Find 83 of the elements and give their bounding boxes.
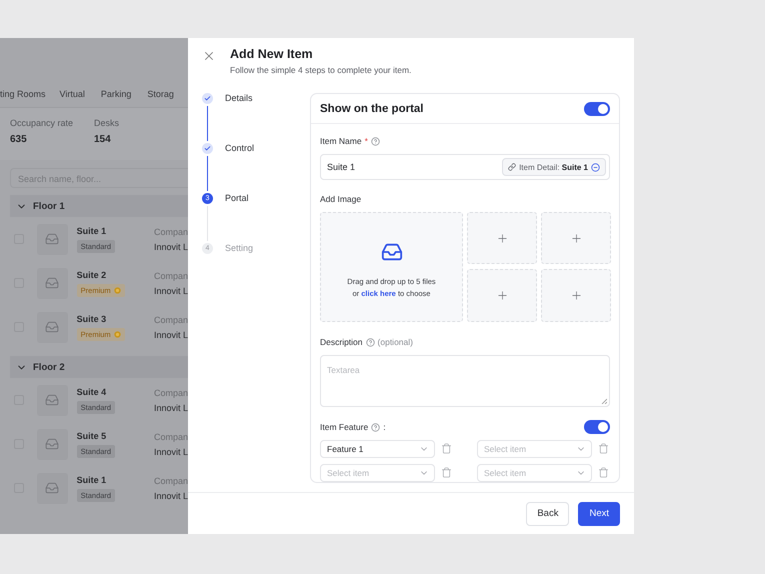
plus-icon xyxy=(570,232,582,244)
category-tab[interactable]: Storag xyxy=(147,88,174,98)
trash-icon xyxy=(441,443,452,454)
coin-icon xyxy=(114,286,121,294)
stat-label: Desks xyxy=(94,118,120,128)
trash-icon xyxy=(598,443,609,454)
stat-value: 154 xyxy=(94,134,112,145)
help-icon[interactable] xyxy=(366,338,375,346)
card-title: Show on the portal xyxy=(320,102,424,114)
next-button[interactable]: Next xyxy=(578,502,620,526)
help-icon[interactable] xyxy=(370,136,380,146)
add-image-tile[interactable] xyxy=(467,269,537,322)
column-value: Innovit L xyxy=(154,402,188,412)
step-label: Setting xyxy=(225,243,254,255)
optional-note: (optional) xyxy=(378,337,413,347)
column-label: Compan xyxy=(154,314,188,324)
suite-name: Suite 2 xyxy=(76,270,106,280)
remove-icon[interactable] xyxy=(591,162,600,172)
label-colon: : xyxy=(383,422,386,432)
link-icon xyxy=(508,163,516,171)
modal-title: Add New Item xyxy=(230,47,314,61)
tray-icon xyxy=(45,481,60,495)
item-name-field[interactable]: Suite 1 Item Detail: Suite 1 xyxy=(320,154,610,180)
tray-icon xyxy=(45,437,60,451)
trash-icon xyxy=(598,467,609,478)
field-label: Item Name xyxy=(320,136,362,146)
category-tab[interactable]: ting Rooms xyxy=(0,88,46,98)
close-button[interactable] xyxy=(202,49,216,63)
floor-header[interactable]: Floor 2 xyxy=(10,356,188,378)
suite-name: Suite 1 xyxy=(76,474,106,484)
feature-select[interactable]: Feature 1 xyxy=(320,440,435,458)
column-value: Innovit L xyxy=(154,242,188,252)
column-value: Innovit L xyxy=(154,490,188,500)
required-mark: * xyxy=(364,136,368,146)
delete-button[interactable] xyxy=(441,443,453,455)
plus-icon xyxy=(496,289,508,302)
column-value: Innovit L xyxy=(154,330,188,340)
floor-header[interactable]: Floor 1 xyxy=(10,195,188,217)
delete-button[interactable] xyxy=(441,467,453,479)
column-label: Compan xyxy=(154,476,188,486)
tray-icon xyxy=(45,320,60,334)
category-tab[interactable]: Virtual xyxy=(60,88,85,98)
field-label: Description xyxy=(320,337,363,347)
suite-name: Suite 4 xyxy=(76,386,106,396)
resize-grip-icon[interactable] xyxy=(601,398,607,404)
plus-icon xyxy=(496,232,508,244)
item-detail-chip[interactable]: Item Detail: Suite 1 xyxy=(502,158,606,176)
column-label: Compan xyxy=(154,432,188,442)
tray-icon xyxy=(45,393,60,407)
floor-title: Floor 2 xyxy=(33,362,65,372)
add-image-tile[interactable] xyxy=(541,269,611,322)
suite-name: Suite 3 xyxy=(76,314,106,324)
coin-icon xyxy=(114,330,121,338)
column-value: Innovit L xyxy=(154,286,188,296)
column-value: Innovit L xyxy=(154,446,188,456)
tray-icon xyxy=(45,232,60,246)
delete-button[interactable] xyxy=(598,443,610,455)
field-label: Add Image xyxy=(320,194,362,204)
suite-name: Suite 1 xyxy=(76,226,106,236)
plus-icon xyxy=(570,289,582,302)
suite-name: Suite 5 xyxy=(76,430,106,440)
portal-toggle[interactable] xyxy=(584,102,610,116)
add-image-tile[interactable] xyxy=(541,212,611,264)
field-label: Item Feature xyxy=(320,422,368,432)
category-tab[interactable]: Parking xyxy=(100,88,132,98)
tray-icon xyxy=(45,276,60,290)
column-label: Compan xyxy=(154,270,188,280)
delete-button[interactable] xyxy=(598,467,610,479)
column-label: Compan xyxy=(154,226,188,236)
help-icon[interactable] xyxy=(371,422,380,432)
close-icon xyxy=(202,49,216,63)
feature-toggle[interactable] xyxy=(584,420,610,434)
modal-subtitle: Follow the simple 4 steps to complete your item. xyxy=(230,65,412,75)
step-label: Portal xyxy=(225,193,249,205)
add-image-tile[interactable] xyxy=(467,212,537,264)
floor-title: Floor 1 xyxy=(33,200,65,212)
step-label: Control xyxy=(225,143,254,155)
stat-label: Occupancy rate xyxy=(10,118,74,128)
column-label: Compan xyxy=(154,388,188,398)
step-label: Details xyxy=(225,93,253,105)
stat-value: 635 xyxy=(10,134,28,145)
back-button[interactable]: Back xyxy=(526,502,570,526)
trash-icon xyxy=(441,467,452,478)
